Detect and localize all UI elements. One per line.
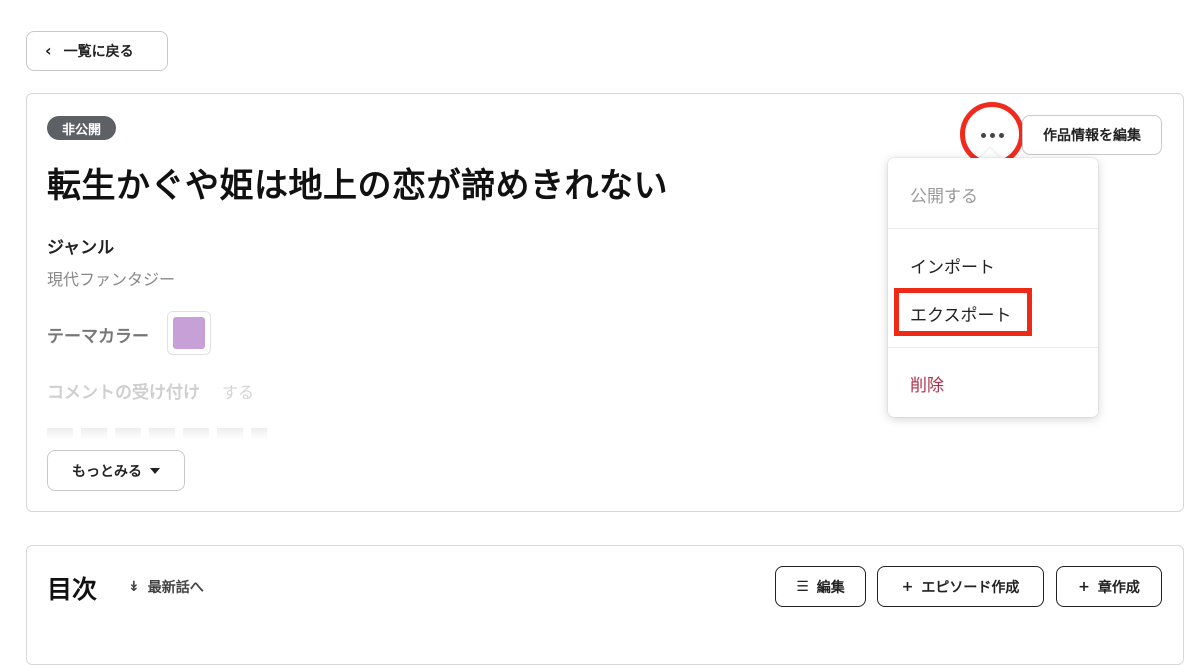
menu-item-publish[interactable]: 公開する (910, 182, 978, 207)
theme-color-swatch (173, 317, 205, 349)
new-episode-button[interactable]: + エピソード作成 (877, 566, 1044, 607)
show-more-label: もっとみる (72, 463, 142, 480)
double-chevron-down-icon: ↡ (128, 579, 140, 595)
new-chapter-label: 章作成 (1097, 579, 1140, 596)
chevron-left-icon: ‹ (45, 41, 52, 60)
checklist-icon: ☰ (796, 578, 809, 595)
toc-edit-button[interactable]: ☰ 編集 (775, 566, 866, 607)
status-badge: 非公開 (47, 116, 116, 140)
work-title: 転生かぐや姫は地上の恋が諦めきれない (47, 166, 668, 206)
toc-title: 目次 (47, 575, 98, 604)
theme-color-label: テーマカラー (47, 327, 149, 347)
back-button-label: 一覧に戻る (63, 44, 134, 60)
genre-value: 現代ファンタジー (47, 270, 176, 289)
menu-item-import[interactable]: インポート (910, 253, 995, 278)
new-episode-label: エピソード作成 (921, 579, 1020, 596)
latest-episode-label: 最新話へ (147, 580, 204, 596)
new-chapter-button[interactable]: + 章作成 (1056, 566, 1162, 607)
plus-icon: + (901, 578, 914, 595)
menu-item-delete[interactable]: 削除 (910, 371, 944, 396)
comment-setting-value: する (222, 383, 255, 402)
menu-divider (888, 347, 1098, 348)
toc-edit-label: 編集 (816, 579, 845, 596)
genre-label: ジャンル (47, 238, 115, 258)
faded-hidden-row (47, 428, 267, 440)
latest-episode-link[interactable]: ↡ 最新話へ (128, 577, 204, 597)
caret-down-icon (150, 467, 160, 474)
menu-divider (888, 228, 1098, 229)
show-more-button[interactable]: もっとみる (47, 450, 185, 491)
highlight-box (894, 288, 1032, 336)
back-to-list-button[interactable]: ‹ 一覧に戻る (26, 31, 168, 71)
comment-setting-label: コメントの受け付け (47, 383, 200, 403)
edit-work-info-button[interactable]: 作品情報を編集 (1022, 115, 1162, 155)
plus-icon: + (1078, 578, 1090, 595)
theme-color-swatch-box (167, 311, 211, 355)
